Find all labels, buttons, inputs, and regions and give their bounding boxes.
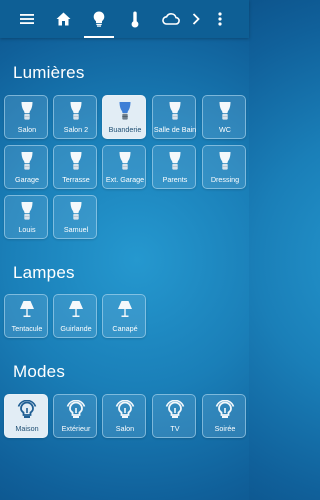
tile-label: WC [219,125,231,134]
mode-icon [103,400,147,422]
tile-label: Salon [17,125,37,134]
lumieres-tile-4[interactable]: WC [202,95,246,139]
tile-label: Dressing [210,175,240,184]
tile-label: Extérieur [61,424,91,433]
tile-label: Buanderie [108,125,142,134]
lumieres-tile-1[interactable]: Salon 2 [53,95,97,139]
modes-tile-2[interactable]: Salon [102,394,146,438]
lampes-tile-1[interactable]: Guirlande [53,294,97,338]
cloud-icon[interactable] [158,0,184,38]
lumieres-tile-9[interactable]: Dressing [202,145,246,189]
lumieres-tile-10[interactable]: Louis [4,195,48,239]
mode-icon [5,400,49,422]
chevron-right-icon[interactable] [186,0,206,38]
top-navigation-bar [0,0,249,38]
lampes-tile-2[interactable]: Canapé [102,294,146,338]
tile-label: Salon 2 [63,125,89,134]
bulb-icon [54,101,98,123]
bulb-icon [203,151,247,173]
lumieres-tile-5[interactable]: Garage [4,145,48,189]
bulb-icon [5,201,49,223]
modes-tile-4[interactable]: Soirée [202,394,246,438]
menu-icon[interactable] [14,0,40,38]
tile-label: Samuel [63,225,89,234]
tile-label: Canapé [112,324,138,333]
thermometer-icon[interactable] [122,0,148,38]
active-tab-indicator [84,36,114,38]
lumieres-tile-3[interactable]: Salle de Bain [152,95,196,139]
more-vertical-icon[interactable] [210,0,230,38]
tile-label: TV [170,424,180,433]
bulb-icon [54,201,98,223]
mode-icon [203,400,247,422]
section-title-modes: Modes [13,362,66,381]
bulb-icon [103,151,147,173]
tile-label: Terrasse [62,175,90,184]
tile-label: Louis [18,225,36,234]
lamp-icon [5,300,49,322]
bulb-icon [5,101,49,123]
tile-label: Soirée [214,424,236,433]
tile-label: Guirlande [60,324,92,333]
mode-icon [54,400,98,422]
tile-label: Maison [15,424,39,433]
modes-tile-1[interactable]: Extérieur [53,394,97,438]
lamp-icon [54,300,98,322]
tile-label: Salle de Bain [153,125,197,134]
bulb-icon [203,101,247,123]
modes-tile-0[interactable]: Maison [4,394,48,438]
section-title-lampes: Lampes [13,263,75,282]
bulb-icon [153,151,197,173]
lumieres-tile-0[interactable]: Salon [4,95,48,139]
bulb-icon [153,101,197,123]
bulb-icon [5,151,49,173]
bulb-icon [54,151,98,173]
tile-label: Parents [162,175,188,184]
tile-label: Tentacule [11,324,43,333]
lumieres-tile-11[interactable]: Samuel [53,195,97,239]
section-title-lumieres: Lumières [13,63,85,82]
lumieres-tile-8[interactable]: Parents [152,145,196,189]
home-icon[interactable] [50,0,76,38]
lampes-tile-0[interactable]: Tentacule [4,294,48,338]
lumieres-tile-7[interactable]: Ext. Garage [102,145,146,189]
modes-tile-3[interactable]: TV [152,394,196,438]
tile-label: Garage [15,175,39,184]
lumieres-tile-6[interactable]: Terrasse [53,145,97,189]
lightbulb-icon[interactable] [86,0,112,38]
tile-label: Ext. Garage [105,175,145,184]
mode-icon [153,400,197,422]
lumieres-tile-2[interactable]: Buanderie [102,95,146,139]
lamp-icon [103,300,147,322]
bulb-icon [103,101,147,123]
tile-label: Salon [115,424,135,433]
